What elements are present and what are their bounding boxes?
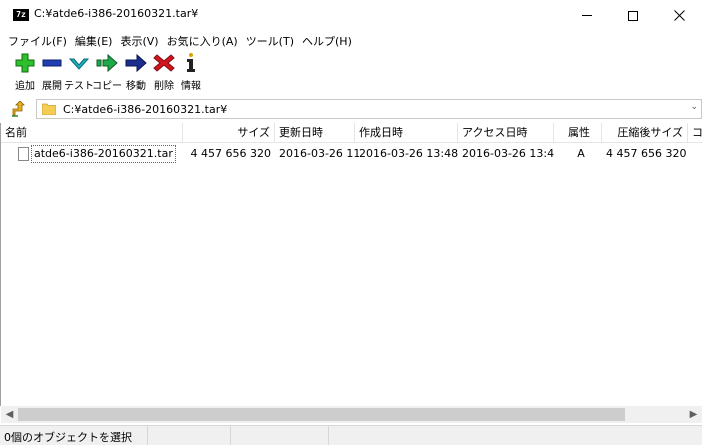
minus-icon bbox=[42, 59, 62, 67]
window-title: C:¥atde6-i386-20160321.tar¥ bbox=[34, 7, 199, 20]
scroll-right-icon[interactable]: ▶ bbox=[685, 406, 702, 423]
address-bar: C:¥atde6-i386-20160321.tar¥ ⌄ bbox=[0, 97, 702, 121]
column-header-size[interactable]: サイズ bbox=[183, 123, 275, 143]
file-icon bbox=[18, 147, 29, 161]
plus-icon bbox=[15, 53, 35, 73]
path-combobox[interactable]: C:¥atde6-i386-20160321.tar¥ ⌄ bbox=[36, 99, 702, 119]
status-segment-extra bbox=[329, 426, 702, 445]
status-segment-size bbox=[148, 426, 231, 445]
menu-file[interactable]: ファイル(F) bbox=[4, 33, 71, 49]
minimize-button[interactable] bbox=[564, 0, 610, 31]
column-header-modified[interactable]: 更新日時 bbox=[275, 123, 355, 143]
status-segment-selection: 0個のオブジェクトを選択 bbox=[0, 426, 148, 445]
file-packed-size: 4 457 656 320 bbox=[606, 147, 687, 160]
horizontal-scrollbar[interactable]: ◀ ▶ bbox=[1, 406, 702, 423]
file-attributes: A bbox=[577, 147, 585, 160]
menu-bar: ファイル(F) 編集(E) 表示(V) お気に入り(A) ツール(T) ヘルプ(… bbox=[0, 31, 702, 50]
column-header-row: 名前 サイズ 更新日時 作成日時 アクセス日時 属性 圧縮後サイズ コ bbox=[1, 123, 702, 143]
chevron-down-icon[interactable]: ⌄ bbox=[690, 102, 698, 112]
title-bar: 7z C:¥atde6-i386-20160321.tar¥ bbox=[0, 0, 702, 31]
table-row[interactable]: atde6-i386-20160321.tar 4 457 656 320 20… bbox=[1, 145, 702, 163]
up-folder-icon[interactable] bbox=[10, 101, 26, 117]
scrollbar-thumb[interactable] bbox=[18, 408, 625, 421]
column-header-created[interactable]: 作成日時 bbox=[355, 123, 458, 143]
file-size: 4 457 656 320 bbox=[190, 147, 271, 160]
status-bar: 0個のオブジェクトを選択 bbox=[0, 425, 702, 445]
file-list[interactable]: 名前 サイズ 更新日時 作成日時 アクセス日時 属性 圧縮後サイズ コ atde… bbox=[0, 123, 702, 406]
file-created: 2016-03-26 13:48 bbox=[359, 147, 458, 160]
info-label: 情報 bbox=[181, 81, 201, 92]
close-icon bbox=[673, 10, 685, 21]
info-icon bbox=[187, 53, 195, 72]
menu-edit[interactable]: 編集(E) bbox=[71, 33, 117, 49]
check-icon bbox=[68, 58, 90, 70]
scroll-left-icon[interactable]: ◀ bbox=[1, 406, 18, 423]
status-selection-text: 0個のオブジェクトを選択 bbox=[4, 431, 132, 444]
file-name[interactable]: atde6-i386-20160321.tar bbox=[31, 145, 176, 163]
file-modified: 2016-03-26 11:15 bbox=[279, 147, 359, 160]
column-header-name[interactable]: 名前 bbox=[1, 123, 183, 143]
column-header-comment[interactable]: コ bbox=[688, 123, 702, 143]
copy-arrow-icon bbox=[96, 53, 118, 73]
column-header-accessed[interactable]: アクセス日時 bbox=[458, 123, 554, 143]
menu-favorites[interactable]: お気に入り(A) bbox=[163, 33, 242, 49]
minimize-icon bbox=[582, 15, 592, 16]
menu-tools[interactable]: ツール(T) bbox=[242, 33, 298, 49]
folder-icon bbox=[42, 103, 56, 115]
maximize-icon bbox=[628, 10, 638, 21]
menu-help[interactable]: ヘルプ(H) bbox=[298, 33, 356, 49]
file-accessed: 2016-03-26 13:48 bbox=[462, 147, 554, 160]
menu-view[interactable]: 表示(V) bbox=[116, 33, 162, 49]
7zip-app-icon: 7z bbox=[13, 9, 29, 21]
path-text[interactable]: C:¥atde6-i386-20160321.tar¥ bbox=[63, 103, 227, 116]
close-button[interactable] bbox=[656, 0, 702, 31]
delete-x-icon bbox=[153, 54, 175, 72]
toolbar: 追加 展開 テスト コピー 移動 削除 情報 bbox=[0, 51, 702, 93]
column-header-packed-size[interactable]: 圧縮後サイズ bbox=[602, 123, 688, 143]
maximize-button[interactable] bbox=[610, 0, 656, 31]
status-segment-packed bbox=[231, 426, 329, 445]
info-button[interactable]: 情報 bbox=[176, 51, 206, 93]
column-header-attributes[interactable]: 属性 bbox=[554, 123, 602, 143]
move-arrow-icon bbox=[125, 53, 147, 73]
